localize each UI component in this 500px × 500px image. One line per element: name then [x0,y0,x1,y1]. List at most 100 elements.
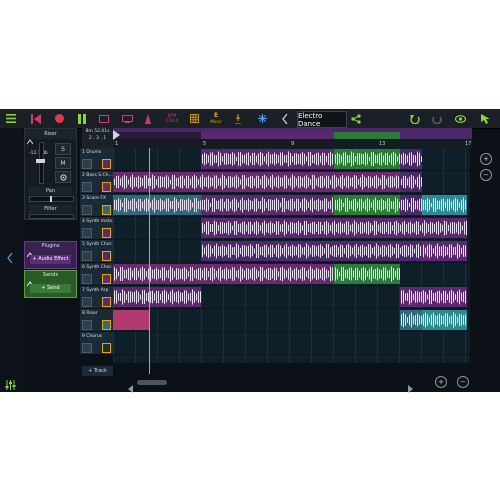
audio-clip[interactable] [400,149,422,169]
share-icon[interactable] [349,111,363,126]
track-lane[interactable] [113,263,470,286]
track-instrument-icon[interactable] [82,274,92,284]
track-instrument-icon[interactable] [82,343,92,353]
pan-slider[interactable] [29,196,74,202]
zoom-in-icon[interactable]: + [480,153,492,165]
track-header[interactable]: 9 Chorus [80,332,113,355]
loop-icon[interactable] [97,111,111,126]
audio-clip[interactable] [400,287,467,307]
zoom-out-horizontal-icon[interactable]: − [457,376,469,388]
menu-icon[interactable] [4,111,18,126]
audio-clip[interactable] [400,310,422,330]
fader-knob[interactable] [36,159,45,163]
song-title[interactable]: Electro Dance [297,111,347,128]
audio-clip[interactable] [201,195,334,215]
track-header[interactable]: 6 Synth Chor... [80,263,115,286]
audio-clip[interactable] [334,195,400,215]
filter-slider[interactable] [29,214,74,219]
track-instrument-icon[interactable] [82,228,92,238]
horizontal-scrollbar[interactable] [137,380,167,385]
redo-icon[interactable] [430,111,444,126]
collapse-chevron-icon[interactable] [7,248,13,267]
track-instrument-icon[interactable] [82,297,92,307]
track-instrument-icon[interactable] [82,320,92,330]
scroll-left-icon[interactable] [128,378,133,397]
audio-clip[interactable] [334,149,400,169]
track-header[interactable]: 2 Bass S.Ch... [80,171,113,194]
solo-button[interactable]: S [55,143,71,155]
track-lane[interactable] [113,148,470,171]
track-color-swatch[interactable] [102,320,111,330]
section-marker[interactable] [400,132,472,139]
arrangement-grid[interactable] [113,148,470,363]
record-icon[interactable] [52,111,66,126]
settings-button[interactable] [55,171,71,183]
audio-clip[interactable] [113,172,400,192]
mixer-sliders-icon[interactable] [5,375,16,394]
audio-clip[interactable] [113,287,201,307]
track-color-swatch[interactable] [102,297,111,307]
track-lane[interactable] [113,217,470,240]
screen-icon[interactable] [120,111,134,126]
track-lane[interactable] [113,332,470,355]
pause-icon[interactable] [75,111,89,126]
audio-clip[interactable] [201,218,467,238]
track-lane[interactable] [113,286,470,309]
add-send-button[interactable]: + Send [30,284,71,293]
bpm-display[interactable]: BPM 128.0 [162,111,182,126]
zoom-in-horizontal-icon[interactable]: + [435,376,447,388]
zoom-out-icon[interactable]: − [480,169,492,181]
volume-fader[interactable] [36,142,45,184]
track-instrument-icon[interactable] [82,159,92,169]
track-color-swatch[interactable] [102,228,111,238]
section-marker[interactable] [334,132,400,139]
track-header[interactable]: 7 Synth Arp [80,286,113,309]
rewind-icon[interactable] [28,111,44,126]
loop-start-marker[interactable] [113,130,120,140]
audio-clip[interactable] [113,264,334,284]
pan-knob[interactable] [50,196,52,202]
audio-clip[interactable] [422,195,467,215]
back-chevron-icon[interactable] [279,111,291,126]
collapse-up-icon[interactable] [26,130,34,149]
undo-icon[interactable] [408,111,422,126]
track-header[interactable]: 4 Synth mela... [80,217,116,240]
audio-clip[interactable] [113,310,149,330]
pointer-icon[interactable] [478,111,492,126]
audio-clip[interactable] [400,172,422,192]
track-color-swatch[interactable] [102,274,111,284]
track-color-swatch[interactable] [102,182,111,192]
track-header[interactable]: 1 Drums [80,148,113,171]
audio-clip[interactable] [201,149,334,169]
audio-clip[interactable] [422,310,467,330]
marker-lane[interactable] [113,132,472,139]
tuner-icon[interactable] [232,111,244,126]
snowflake-icon[interactable] [256,111,268,126]
track-lane[interactable] [113,309,470,332]
track-lane[interactable] [113,240,470,263]
audio-clip[interactable] [400,195,422,215]
track-instrument-icon[interactable] [82,251,92,261]
add-track-button[interactable]: + Track [82,366,113,376]
grid-icon[interactable] [188,111,200,126]
scroll-right-icon[interactable] [408,378,413,397]
track-header[interactable]: 5 Synth Chor... [80,240,115,263]
playhead[interactable] [149,148,150,374]
track-instrument-icon[interactable] [82,182,92,192]
audio-clip[interactable] [334,264,400,284]
eye-icon[interactable] [453,111,467,126]
track-header[interactable]: 8 Riser [80,309,113,332]
track-color-swatch[interactable] [102,159,111,169]
track-instrument-icon[interactable] [82,205,92,215]
section-marker[interactable] [201,132,334,139]
audio-clip[interactable] [422,241,467,261]
audio-clip[interactable] [113,195,201,215]
track-color-swatch[interactable] [102,343,111,353]
track-header[interactable]: 3 Scare FX [80,194,113,217]
key-display[interactable]: E Minor [206,111,226,126]
track-color-swatch[interactable] [102,251,111,261]
mute-button[interactable]: M [55,157,71,169]
metronome-icon[interactable] [142,111,154,126]
timeline-ruler[interactable]: 1 5 9 13 17 [113,128,472,148]
track-lane[interactable] [113,194,470,217]
